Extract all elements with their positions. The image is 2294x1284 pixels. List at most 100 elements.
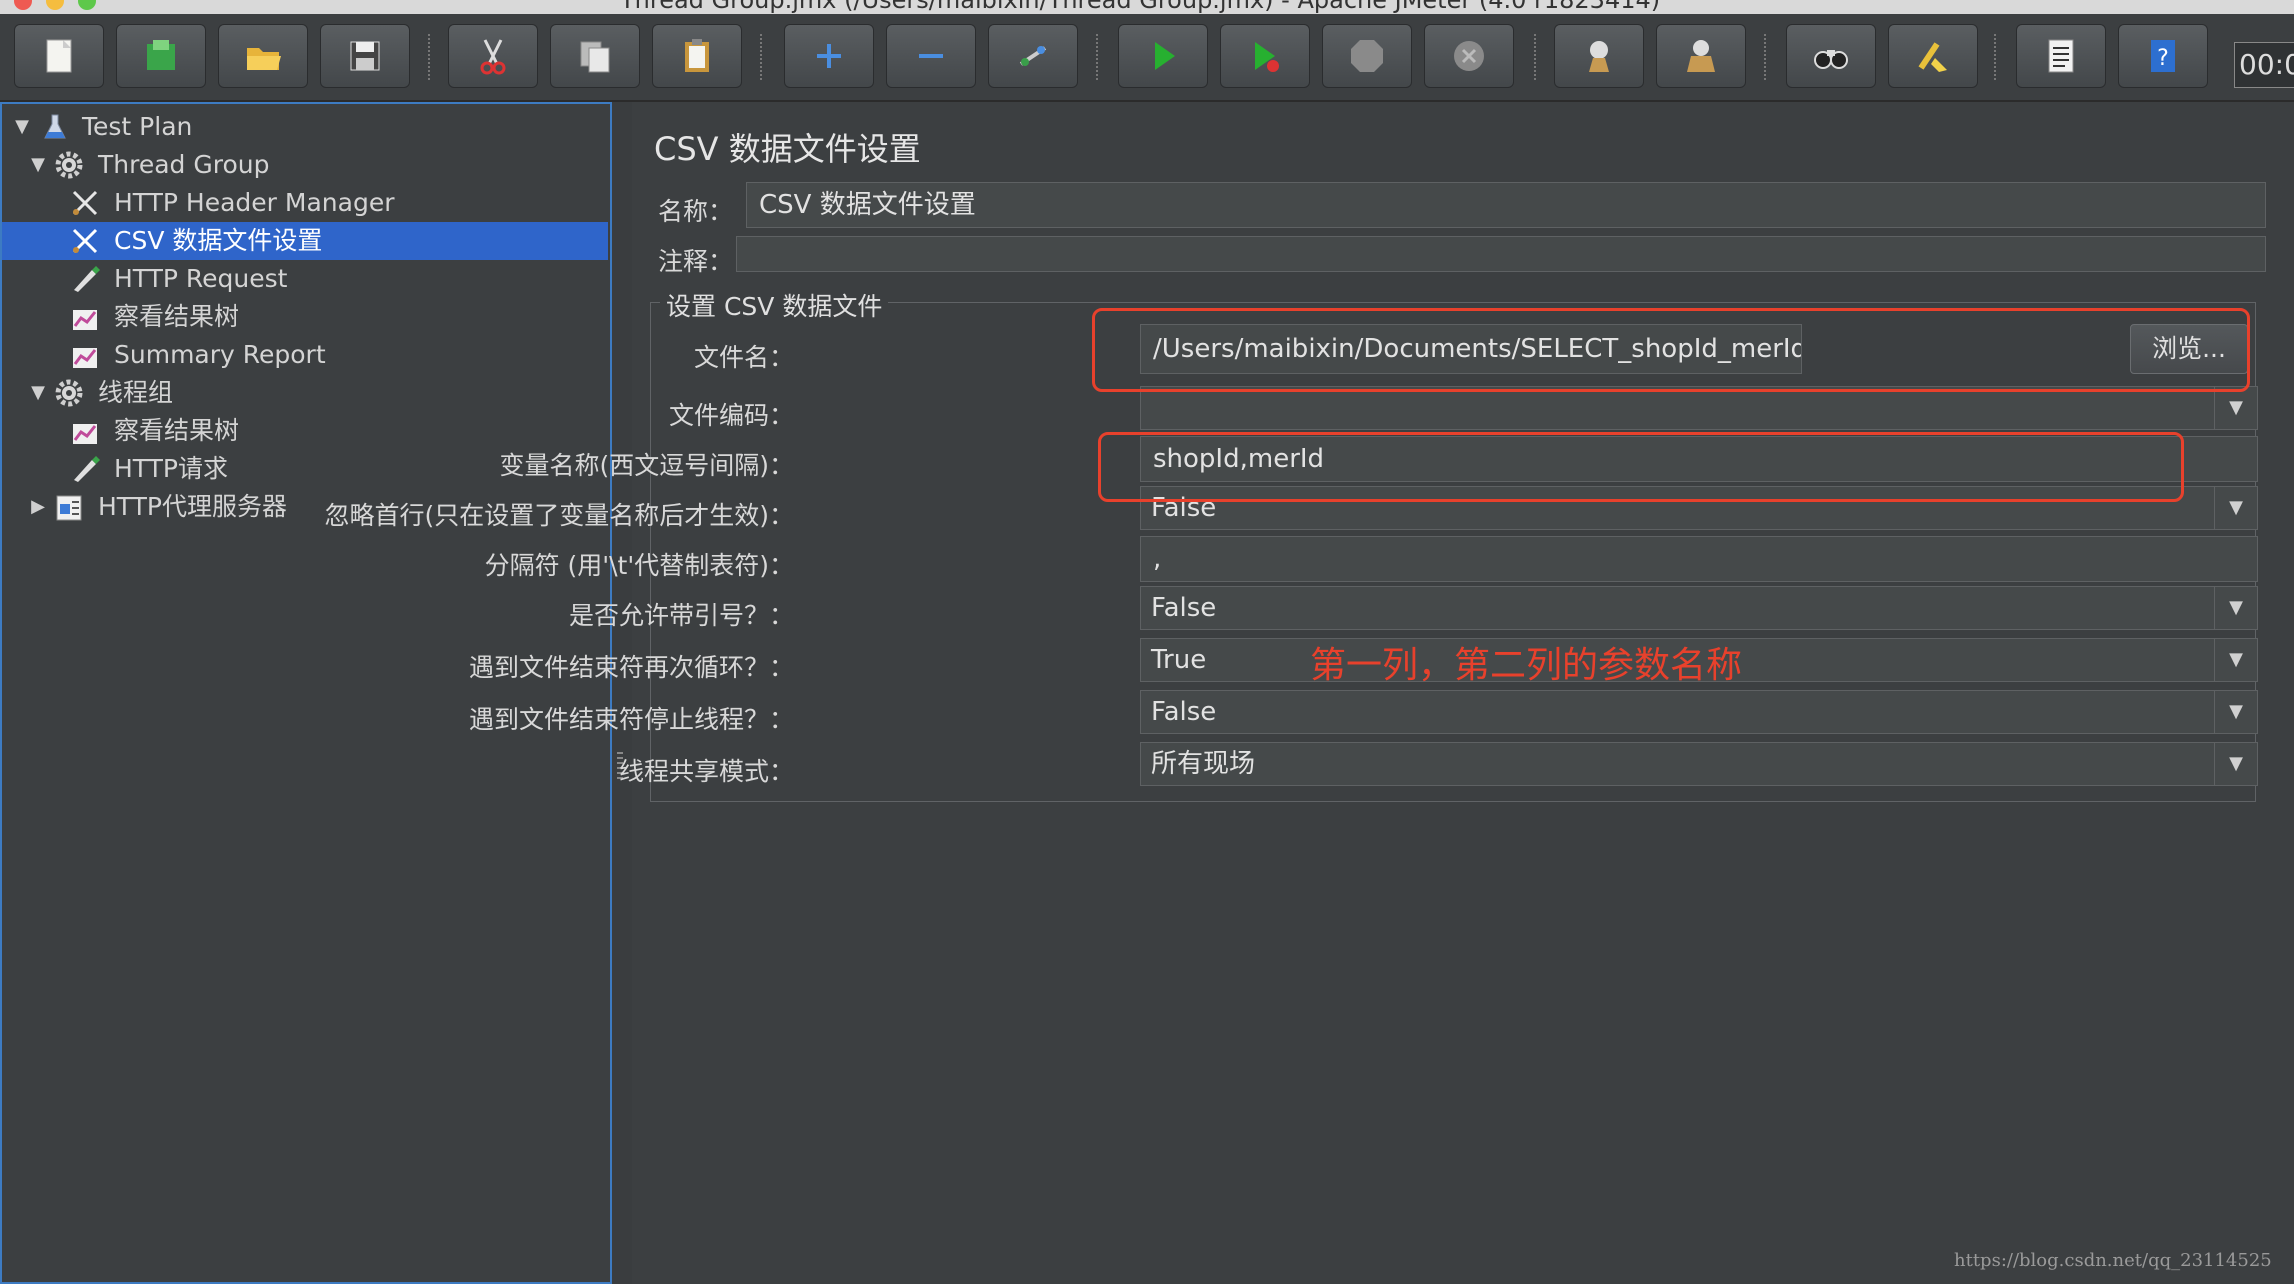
- expand-arrow-icon[interactable]: ▼: [28, 146, 48, 184]
- test-plan-tree[interactable]: ▼ Test Plan ▼ Thread Group HTTP Header M…: [0, 102, 612, 1284]
- tree-node-label: HTTP请求: [114, 454, 228, 483]
- clear-icon: [1589, 41, 1609, 72]
- tree-node-http-header-manager[interactable]: HTTP Header Manager: [2, 184, 608, 222]
- csv-config-panel: CSV 数据文件设置 名称： CSV 数据文件设置 注释： 设置 CSV 数据文…: [324, 102, 2294, 1284]
- tree-node-label: Summary Report: [114, 340, 326, 369]
- stop-icon: [1351, 40, 1383, 72]
- cut-icon: [480, 39, 506, 75]
- chevron-down-icon[interactable]: ▼: [2214, 387, 2257, 429]
- toolbar-separator: [1096, 34, 1100, 80]
- expand-button[interactable]: [784, 24, 874, 88]
- tree-node-label: HTTP代理服务器: [98, 492, 287, 521]
- templates-button[interactable]: [116, 24, 206, 88]
- tree-node-label: HTTP Request: [114, 264, 288, 293]
- templates-icon: [147, 40, 175, 70]
- comment-label: 注释：: [658, 247, 734, 276]
- sharing-mode-value: 所有现场: [1151, 749, 1256, 779]
- chevron-down-icon[interactable]: ▼: [2214, 587, 2257, 629]
- tree-node-http-request[interactable]: HTTP Request: [2, 260, 608, 298]
- name-input[interactable]: CSV 数据文件设置: [746, 182, 2266, 228]
- function-helper-icon: [2048, 39, 2074, 73]
- chevron-down-icon[interactable]: ▼: [2214, 639, 2257, 681]
- comment-input[interactable]: [736, 236, 2266, 272]
- variable-names-input[interactable]: shopId,merId: [1140, 436, 2258, 482]
- gear-icon: [55, 379, 83, 407]
- toggle-button[interactable]: [988, 24, 1078, 88]
- tree-node-label: 察看结果树: [114, 416, 240, 445]
- stop-button[interactable]: [1322, 24, 1412, 88]
- svg-text:?: ?: [2157, 46, 2169, 71]
- delimiter-input[interactable]: ,: [1140, 536, 2258, 582]
- chevron-down-icon[interactable]: ▼: [2214, 691, 2257, 733]
- allow-quoted-label: 是否允许带引号？：: [568, 601, 794, 630]
- watermark: https://blog.csdn.net/qq_23114525: [1954, 1250, 2272, 1271]
- save-button[interactable]: [320, 24, 410, 88]
- start-button[interactable]: [1118, 24, 1208, 88]
- tree-node-summary-report[interactable]: Summary Report: [2, 336, 608, 374]
- toolbar: ? 00:0: [0, 14, 2294, 102]
- page-title: CSV 数据文件设置: [654, 130, 921, 168]
- paste-button[interactable]: [652, 24, 742, 88]
- copy-button[interactable]: [550, 24, 640, 88]
- shutdown-button[interactable]: [1424, 24, 1514, 88]
- annotation-text: 第一列，第二列的参数名称: [1310, 645, 1743, 686]
- expand-icon: [817, 44, 841, 68]
- listener-chart-icon: [73, 310, 97, 330]
- tree-node-label: Test Plan: [82, 112, 193, 141]
- browse-button[interactable]: 浏览...: [2130, 324, 2248, 374]
- collapse-button[interactable]: [886, 24, 976, 88]
- tree-node-view-results-tree[interactable]: 察看结果树: [2, 298, 608, 336]
- tree-node-label: 线程组: [98, 378, 174, 407]
- sampler-pen-icon: [74, 456, 100, 482]
- close-window-icon[interactable]: [14, 0, 32, 10]
- panel-splitter[interactable]: [612, 102, 630, 1284]
- variable-names-label: 变量名称(西文逗号间隔)：: [499, 451, 794, 480]
- config-scissors-icon: [72, 228, 98, 254]
- cut-button[interactable]: [448, 24, 538, 88]
- new-button[interactable]: [14, 24, 104, 88]
- help-icon: ?: [2151, 40, 2175, 72]
- toolbar-separator: [1534, 34, 1538, 80]
- reset-search-button[interactable]: [1888, 24, 1978, 88]
- expand-arrow-icon[interactable]: ▼: [12, 108, 32, 146]
- tree-node-label: CSV 数据文件设置: [114, 226, 323, 255]
- open-icon: [247, 48, 281, 70]
- collapsed-arrow-icon[interactable]: ▶: [28, 488, 48, 526]
- help-button[interactable]: ?: [2118, 24, 2208, 88]
- stop-thread-on-eof-value: False: [1151, 697, 1217, 727]
- tree-node-label: Thread Group: [98, 150, 270, 179]
- encoding-combo[interactable]: ▼: [1140, 386, 2258, 430]
- gear-icon: [55, 151, 83, 179]
- stop-thread-on-eof-label: 遇到文件结束符停止线程？：: [468, 705, 794, 734]
- tree-node-thread-group[interactable]: ▼ Thread Group: [2, 146, 608, 184]
- tree-node-thread-group-2[interactable]: ▼ 线程组: [2, 374, 608, 412]
- zoom-window-icon[interactable]: [78, 0, 96, 10]
- allow-quoted-combo[interactable]: False ▼: [1140, 586, 2258, 630]
- minimize-window-icon[interactable]: [46, 0, 64, 10]
- chevron-down-icon[interactable]: ▼: [2214, 743, 2257, 785]
- function-helper-button[interactable]: [2016, 24, 2106, 88]
- copy-icon: [580, 41, 610, 73]
- search-button[interactable]: [1786, 24, 1876, 88]
- open-button[interactable]: [218, 24, 308, 88]
- tree-node-csv-data-set-config[interactable]: CSV 数据文件设置: [2, 222, 608, 260]
- window-title: Thread Group.jmx (/Users/maibixin/Thread…: [620, 0, 1661, 14]
- tree-node-view-results-tree-2[interactable]: 察看结果树: [2, 412, 608, 450]
- tree-node-label: HTTP Header Manager: [114, 188, 395, 217]
- clear-button[interactable]: [1554, 24, 1644, 88]
- ignore-first-line-combo[interactable]: False ▼: [1140, 486, 2258, 530]
- clear-all-button[interactable]: [1656, 24, 1746, 88]
- window-title-bar: Thread Group.jmx (/Users/maibixin/Thread…: [0, 0, 2294, 14]
- toolbar-separator: [760, 34, 764, 80]
- recycle-on-eof-label: 遇到文件结束符再次循环？：: [468, 653, 794, 682]
- clear-all-icon: [1687, 40, 1715, 72]
- filename-input[interactable]: /Users/maibixin/Documents/SELECT_shopId_…: [1140, 324, 1802, 374]
- chevron-down-icon[interactable]: ▼: [2214, 487, 2257, 529]
- expand-arrow-icon[interactable]: ▼: [28, 374, 48, 412]
- start-no-pause-button[interactable]: [1220, 24, 1310, 88]
- tree-node-test-plan[interactable]: ▼ Test Plan: [2, 108, 608, 146]
- search-icon: [1814, 50, 1848, 69]
- sharing-mode-combo[interactable]: 所有现场 ▼: [1140, 742, 2258, 786]
- start-no-pause-icon: [1255, 42, 1279, 72]
- stop-thread-on-eof-combo[interactable]: False ▼: [1140, 690, 2258, 734]
